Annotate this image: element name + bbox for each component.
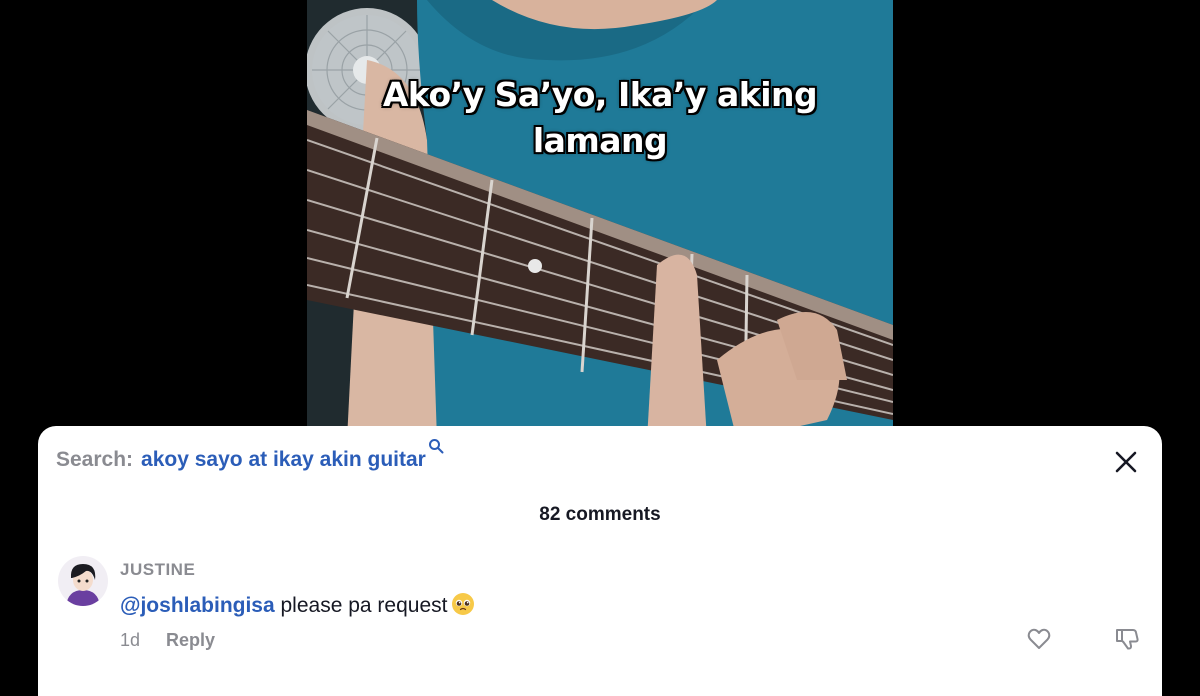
comment-count: 82 comments [539,504,661,525]
comment-author[interactable]: JUSTINE [120,560,195,580]
comment-meta: 1d Reply [120,630,215,651]
pleading-face-emoji-icon [452,593,475,615]
comments-sheet: Search: akoy sayo at ikay akin guitar 82… [38,426,1162,696]
comment-body: please pa request [274,594,448,617]
comment-age: 1d [120,630,141,650]
search-prefix: Search: [56,448,134,471]
comment-text: @joshlabingisa please pa request [120,592,475,618]
avatar-illustration [58,556,108,606]
video-frame [307,0,893,440]
avatar[interactable] [58,556,108,606]
video-caption: Ako’y Sa’yo, Ika’y aking lamang [307,72,893,164]
caption-line-2: lamang [532,121,668,160]
search-icon [428,439,444,454]
thumbs-down-icon[interactable] [1114,626,1140,652]
search-suggestion[interactable]: Search: akoy sayo at ikay akin guitar [56,439,444,478]
search-query-link[interactable]: akoy sayo at ikay akin guitar [141,448,426,472]
caption-line-1: Ako’y Sa’yo, Ika’y aking [382,75,818,114]
video-player[interactable]: Ako’y Sa’yo, Ika’y aking lamang [307,0,893,440]
reply-button[interactable]: Reply [166,630,215,650]
close-icon[interactable] [1114,450,1138,474]
mention-link[interactable]: @joshlabingisa [120,594,275,617]
heart-icon[interactable] [1026,626,1052,652]
